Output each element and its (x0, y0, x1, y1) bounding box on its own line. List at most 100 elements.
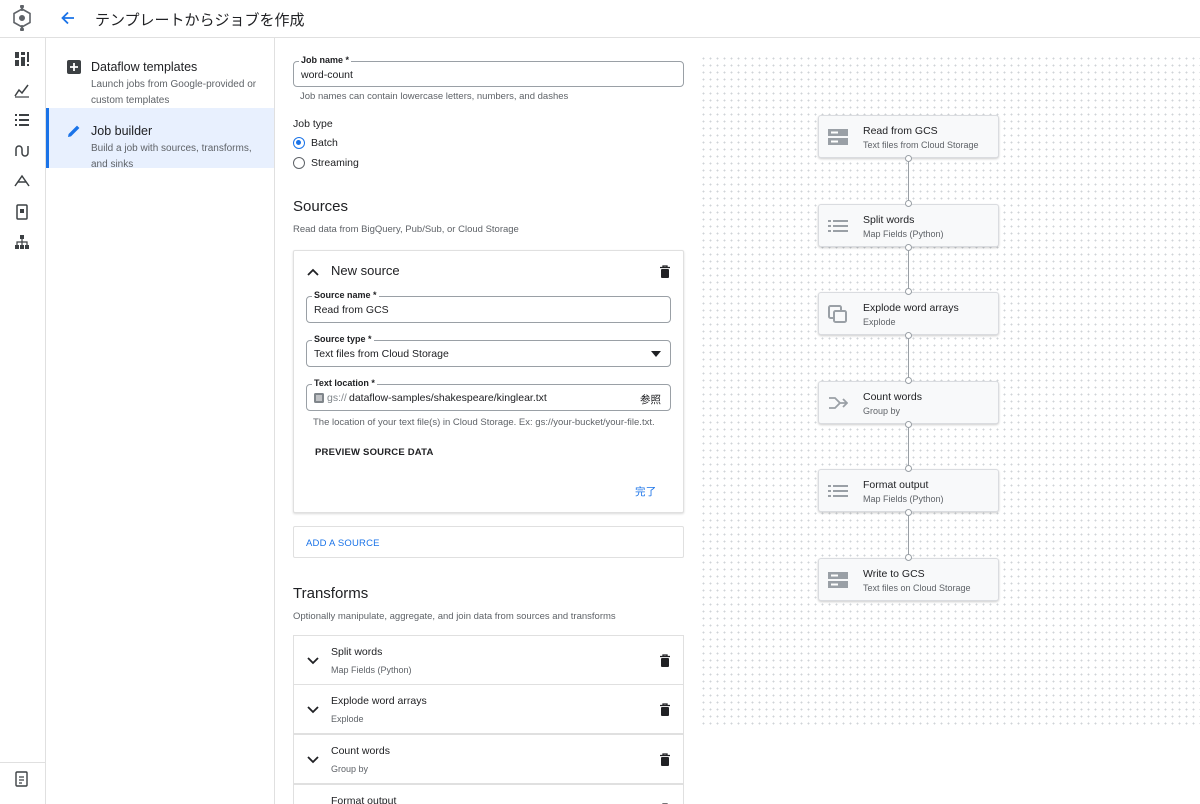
chevron-down-icon[interactable] (306, 752, 320, 766)
graph-port[interactable] (905, 155, 912, 162)
graph-node-write-to-gcs[interactable]: Write to GCS Text files on Cloud Storage (818, 558, 999, 601)
bucket-icon (314, 393, 324, 403)
snapshots-icon[interactable] (13, 203, 31, 221)
job-name-label: Job name * (299, 55, 352, 65)
transform-row[interactable]: Count words Group by (293, 734, 684, 784)
graph-port[interactable] (905, 200, 912, 207)
source-name-value: Read from GCS (314, 304, 389, 316)
node-subtitle: Group by (863, 406, 901, 416)
graph-port[interactable] (905, 377, 912, 384)
text-location-value: dataflow-samples/shakespeare/kinglear.tx… (349, 392, 547, 404)
dataflow-logo-icon[interactable] (10, 5, 34, 31)
storage-icon (828, 572, 848, 588)
top-bar: テンプレートからジョブを作成 (0, 0, 1200, 38)
node-subtitle: Text files from Cloud Storage (863, 140, 979, 150)
node-title: Read from GCS (863, 125, 938, 137)
job-builder-form: word-count Job name * Job names can cont… (276, 38, 700, 804)
rail-nav (0, 38, 46, 804)
delete-icon[interactable] (659, 265, 671, 279)
node-title: Split words (863, 214, 915, 226)
dataflow-templates-option[interactable]: Dataflow templates Launch jobs from Goog… (46, 44, 274, 106)
browse-button[interactable]: 参照 (640, 392, 661, 407)
graph-edge (908, 335, 909, 380)
option-title: Job builder (91, 124, 153, 138)
chevron-down-icon[interactable] (306, 653, 320, 667)
source-name-input[interactable]: Read from GCS (306, 296, 671, 323)
transform-name: Split words (331, 646, 383, 658)
node-subtitle: Map Fields (Python) (863, 494, 944, 504)
graph-port[interactable] (905, 509, 912, 516)
node-title: Explode word arrays (863, 302, 959, 314)
graph-port[interactable] (905, 332, 912, 339)
list-icon (828, 220, 848, 232)
text-location-hint: The location of your text file(s) in Clo… (313, 417, 655, 428)
option-desc: Launch jobs from Google-provided or cust… (91, 79, 257, 106)
source-type-label: Source type * (312, 334, 374, 344)
text-location-input[interactable]: gs:// dataflow-samples/shakespeare/kingl… (306, 384, 671, 411)
transform-name: Count words (331, 745, 390, 757)
graph-port[interactable] (905, 244, 912, 251)
graph-node-read-from-gcs[interactable]: Read from GCS Text files from Cloud Stor… (818, 115, 999, 158)
graph-edge (908, 512, 909, 557)
graph-edge (908, 247, 909, 292)
pipelines-icon[interactable] (13, 142, 31, 160)
merge-icon (829, 397, 848, 409)
template-source-panel: Dataflow templates Launch jobs from Goog… (46, 38, 275, 804)
release-notes-icon[interactable] (13, 770, 31, 788)
transform-type: Explode (331, 714, 364, 724)
transforms-desc: Optionally manipulate, aggregate, and jo… (293, 611, 616, 622)
batch-label: Batch (311, 137, 338, 149)
jobs-list-icon[interactable] (13, 111, 31, 129)
source-type-select[interactable]: Text files from Cloud Storage (306, 340, 671, 367)
graph-edge (908, 424, 909, 469)
node-title: Count words (863, 391, 922, 403)
sql-workspace-icon[interactable] (13, 233, 31, 251)
dropdown-arrow-icon (651, 351, 661, 357)
preview-source-data-button[interactable]: PREVIEW SOURCE DATA (315, 447, 434, 458)
delete-icon[interactable] (659, 753, 671, 767)
job-name-input[interactable]: word-count (293, 61, 684, 87)
transform-name: Explode word arrays (331, 695, 427, 707)
storage-icon (828, 129, 848, 145)
transform-type: Group by (331, 764, 369, 774)
graph-port[interactable] (905, 421, 912, 428)
workbench-icon[interactable] (13, 172, 31, 190)
option-title: Dataflow templates (91, 60, 198, 74)
source-type-value: Text files from Cloud Storage (314, 348, 449, 360)
new-source-card: New source Read from GCS Source name * T… (293, 250, 684, 513)
node-subtitle: Map Fields (Python) (863, 229, 944, 239)
node-title: Format output (863, 479, 929, 491)
graph-node-split-words[interactable]: Split words Map Fields (Python) (818, 204, 999, 247)
transform-row[interactable]: Format output (293, 784, 684, 804)
streaming-radio[interactable] (293, 157, 305, 169)
graph-port[interactable] (905, 554, 912, 561)
dashboard-icon[interactable] (13, 50, 31, 68)
done-button[interactable]: 完了 (635, 484, 656, 499)
back-arrow-icon[interactable] (58, 8, 78, 28)
streaming-label: Streaming (311, 157, 359, 169)
graph-node-explode-word-arrays[interactable]: Explode word arrays Explode (818, 292, 999, 335)
job-name-value: word-count (301, 69, 353, 81)
graph-port[interactable] (905, 288, 912, 295)
job-name-hint: Job names can contain lowercase letters,… (300, 91, 569, 102)
graph-node-format-output[interactable]: Format output Map Fields (Python) (818, 469, 999, 512)
delete-icon[interactable] (659, 703, 671, 717)
transform-row[interactable]: Explode word arrays Explode (293, 684, 684, 734)
graph-node-count-words[interactable]: Count words Group by (818, 381, 999, 424)
batch-radio[interactable] (293, 137, 305, 149)
transforms-heading: Transforms (293, 585, 369, 602)
add-source-button[interactable]: ADD A SOURCE (306, 538, 380, 549)
sources-heading: Sources (293, 198, 349, 215)
analytics-icon[interactable] (13, 81, 31, 99)
delete-icon[interactable] (659, 654, 671, 668)
chevron-up-icon[interactable] (306, 265, 320, 279)
node-subtitle: Text files on Cloud Storage (863, 583, 971, 593)
node-subtitle: Explode (863, 317, 896, 327)
list-icon (828, 485, 848, 497)
graph-port[interactable] (905, 465, 912, 472)
chevron-down-icon[interactable] (306, 702, 320, 716)
transform-row[interactable]: Split words Map Fields (Python) (293, 635, 684, 685)
add-box-icon (67, 60, 81, 74)
graph-edge (908, 158, 909, 203)
job-builder-option[interactable]: Job builder Build a job with sources, tr… (46, 108, 274, 170)
